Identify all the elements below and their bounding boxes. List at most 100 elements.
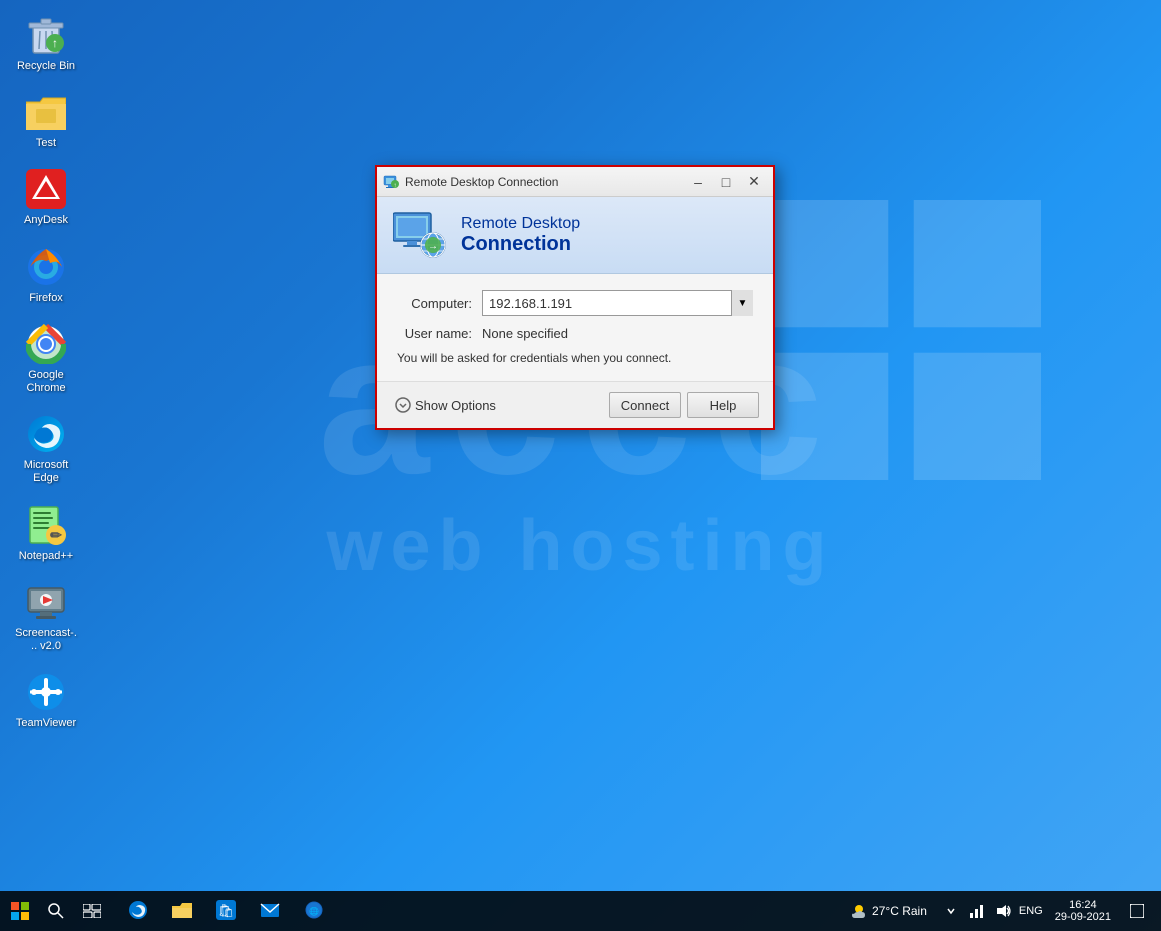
taskbar-edge-button[interactable] bbox=[116, 891, 160, 931]
taskbar-lang-icon: 🌐 bbox=[304, 900, 324, 920]
google-chrome-label: Google Chrome bbox=[14, 369, 78, 395]
taskbar-explorer-icon bbox=[172, 900, 192, 920]
credentials-info: You will be asked for credentials when y… bbox=[397, 351, 753, 365]
firefox-icon bbox=[25, 246, 67, 288]
desktop-icon-recycle-bin[interactable]: ↑ Recycle Bin bbox=[10, 10, 82, 77]
start-icon bbox=[11, 902, 29, 920]
desktop-icon-notepadpp[interactable]: ✏ Notepad++ bbox=[10, 500, 82, 567]
taskbar-apps: 🛍 🌐 bbox=[112, 891, 842, 931]
microsoft-edge-label: Microsoft Edge bbox=[14, 459, 78, 485]
tray-network-icon bbox=[969, 903, 985, 919]
minimize-button[interactable]: – bbox=[685, 171, 711, 193]
svg-text:🛍: 🛍 bbox=[218, 903, 235, 918]
desktop-watermark: accc web hosting bbox=[0, 0, 1161, 891]
screencast-label: Screencast-... v2.0 bbox=[14, 627, 78, 653]
username-value: None specified bbox=[482, 326, 568, 341]
task-view-icon bbox=[83, 904, 101, 918]
taskbar-store-icon: 🛍 bbox=[216, 900, 236, 920]
dialog-body: Computer: ▼ User name: None specified Yo… bbox=[377, 274, 773, 381]
screencast-icon bbox=[25, 581, 67, 623]
svg-text:↑: ↑ bbox=[52, 36, 58, 50]
svg-text:✏: ✏ bbox=[50, 527, 63, 543]
maximize-button[interactable]: □ bbox=[713, 171, 739, 193]
dialog-titlebar-icon: ↑ bbox=[383, 174, 399, 190]
dialog-titlebar: ↑ Remote Desktop Connection – □ ✕ bbox=[377, 167, 773, 197]
taskbar-store-button[interactable]: 🛍 bbox=[204, 891, 248, 931]
dialog-titlebar-buttons: – □ ✕ bbox=[685, 171, 767, 193]
computer-dropdown-arrow[interactable]: ▼ bbox=[731, 290, 753, 316]
taskbar-explorer-button[interactable] bbox=[160, 891, 204, 931]
weather-icon bbox=[850, 902, 868, 920]
close-button[interactable]: ✕ bbox=[741, 171, 767, 193]
tray-date: 29-09-2021 bbox=[1055, 911, 1111, 923]
teamviewer-label: TeamViewer bbox=[16, 717, 76, 730]
test-label: Test bbox=[36, 137, 56, 150]
microsoft-edge-icon bbox=[25, 413, 67, 455]
connect-button[interactable]: Connect bbox=[609, 392, 681, 418]
anydesk-icon bbox=[25, 168, 67, 210]
tray-network-button[interactable] bbox=[965, 899, 989, 923]
footer-buttons: Connect Help bbox=[609, 392, 759, 418]
taskbar: 🛍 🌐 27°C Rain bbox=[0, 891, 1161, 931]
tray-chevron-icon bbox=[946, 906, 956, 916]
notification-icon bbox=[1130, 904, 1144, 918]
notification-button[interactable] bbox=[1121, 891, 1153, 931]
dialog-header-title: Remote Desktop Connection bbox=[461, 215, 580, 256]
dialog-title-line1: Remote Desktop bbox=[461, 215, 580, 233]
test-icon bbox=[25, 91, 67, 133]
svg-text:→: → bbox=[428, 241, 438, 252]
recycle-bin-icon: ↑ bbox=[25, 14, 67, 56]
tray-chevron-button[interactable] bbox=[939, 899, 963, 923]
desktop-icon-test[interactable]: Test bbox=[10, 87, 82, 154]
dialog-footer: Show Options Connect Help bbox=[377, 381, 773, 428]
watermark-text: web hosting bbox=[327, 505, 835, 587]
system-tray: 27°C Rain bbox=[842, 891, 1161, 931]
computer-field: Computer: ▼ bbox=[397, 290, 753, 316]
desktop-icon-firefox[interactable]: Firefox bbox=[10, 242, 82, 309]
search-icon bbox=[48, 903, 64, 919]
tray-volume-button[interactable] bbox=[991, 899, 1015, 923]
desktop-icon-teamviewer[interactable]: TeamViewer bbox=[10, 667, 82, 734]
weather-text: 27°C Rain bbox=[872, 904, 927, 918]
svg-text:🌐: 🌐 bbox=[309, 906, 319, 916]
desktop-icon-anydesk[interactable]: AnyDesk bbox=[10, 164, 82, 231]
anydesk-label: AnyDesk bbox=[24, 214, 68, 227]
search-button[interactable] bbox=[40, 891, 72, 931]
tray-clock[interactable]: 16:24 29-09-2021 bbox=[1049, 899, 1117, 923]
start-button[interactable] bbox=[0, 891, 40, 931]
task-view-button[interactable] bbox=[72, 891, 112, 931]
tray-weather[interactable]: 27°C Rain bbox=[842, 902, 935, 920]
desktop-icons: ↑ Recycle Bin Test AnyDesk bbox=[10, 10, 82, 734]
recycle-bin-label: Recycle Bin bbox=[17, 60, 75, 73]
computer-label: Computer: bbox=[397, 296, 482, 311]
computer-input-wrapper: ▼ bbox=[482, 290, 753, 316]
dialog-titlebar-text: Remote Desktop Connection bbox=[405, 175, 685, 189]
taskbar-edge-icon bbox=[128, 900, 148, 920]
tray-icons: ENG bbox=[939, 899, 1045, 923]
windows-logo-bg bbox=[761, 200, 1081, 520]
remote-desktop-dialog: ↑ Remote Desktop Connection – □ ✕ bbox=[375, 165, 775, 430]
computer-input[interactable] bbox=[482, 290, 753, 316]
tray-volume-icon bbox=[995, 903, 1011, 919]
show-options-icon bbox=[395, 397, 411, 413]
taskbar-mail-button[interactable] bbox=[248, 891, 292, 931]
username-label: User name: bbox=[397, 326, 482, 341]
show-options-label: Show Options bbox=[415, 398, 496, 413]
svg-text:↑: ↑ bbox=[394, 183, 397, 189]
google-chrome-icon bbox=[25, 323, 67, 365]
notepadpp-label: Notepad++ bbox=[19, 550, 73, 563]
desktop-icon-google-chrome[interactable]: Google Chrome bbox=[10, 319, 82, 399]
username-field: User name: None specified bbox=[397, 326, 753, 341]
teamviewer-icon bbox=[25, 671, 67, 713]
dialog-title-line2: Connection bbox=[461, 233, 580, 256]
taskbar-lang-button[interactable]: 🌐 bbox=[292, 891, 336, 931]
dialog-header: → Remote Desktop Connection bbox=[377, 197, 773, 274]
firefox-label: Firefox bbox=[29, 292, 63, 305]
help-button[interactable]: Help bbox=[687, 392, 759, 418]
tray-language-text[interactable]: ENG bbox=[1017, 899, 1045, 923]
notepadpp-icon: ✏ bbox=[25, 504, 67, 546]
show-options-button[interactable]: Show Options bbox=[391, 395, 500, 415]
desktop-icon-screencast[interactable]: Screencast-... v2.0 bbox=[10, 577, 82, 657]
desktop-icon-microsoft-edge[interactable]: Microsoft Edge bbox=[10, 409, 82, 489]
tray-time: 16:24 bbox=[1069, 899, 1097, 911]
